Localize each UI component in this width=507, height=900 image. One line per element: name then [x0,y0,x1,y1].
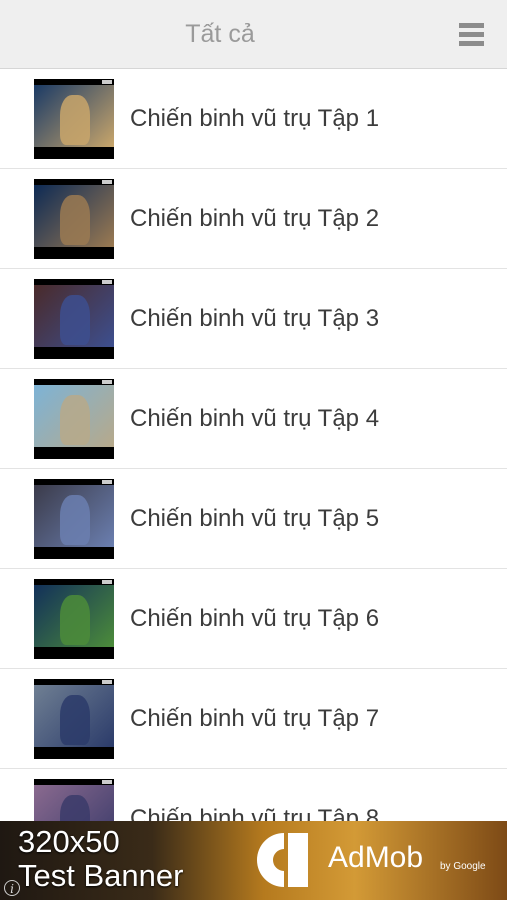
channel-logo [102,680,112,684]
channel-logo [102,80,112,84]
thumbnail-figure [60,795,90,821]
episode-title: Chiến binh vũ trụ Tập 8 [130,805,380,821]
thumbnail-figure [60,295,90,345]
channel-logo [102,580,112,584]
episode-thumbnail [34,179,114,259]
episode-row[interactable]: Chiến binh vũ trụ Tập 2 [0,169,507,269]
channel-logo [102,380,112,384]
channel-logo [102,480,112,484]
thumbnail-scene [34,485,114,547]
thumbnail-scene [34,185,114,247]
thumbnail-figure [60,495,90,545]
thumbnail-scene [34,585,114,647]
navigation-bar: Tất cả [0,0,507,69]
channel-logo [102,180,112,184]
episode-title: Chiến binh vũ trụ Tập 1 [130,105,380,132]
episode-thumbnail [34,679,114,759]
thumbnail-scene [34,685,114,747]
thumbnail-scene [34,85,114,147]
episode-row[interactable]: Chiến binh vũ trụ Tập 4 [0,369,507,469]
thumbnail-figure [60,395,90,445]
ad-text: 320x50 Test Banner [18,825,183,893]
episode-title: Chiến binh vũ trụ Tập 6 [130,605,380,632]
episode-thumbnail [34,279,114,359]
episode-row[interactable]: Chiến binh vũ trụ Tập 8 [0,769,507,821]
episode-row[interactable]: Chiến binh vũ trụ Tập 3 [0,269,507,369]
ad-size-label: 320x50 [18,824,120,859]
thumbnail-scene [34,785,114,821]
ad-test-label: Test Banner [18,858,184,893]
admob-brand: AdMob [328,841,424,874]
info-icon[interactable]: i [4,880,20,896]
episode-row[interactable]: Chiến binh vũ trụ Tập 7 [0,669,507,769]
episode-title: Chiến binh vũ trụ Tập 2 [130,205,380,232]
menu-icon-bar [459,23,484,28]
episode-thumbnail [34,779,114,821]
episode-thumbnail [34,379,114,459]
thumbnail-scene [34,385,114,447]
hamburger-menu-icon[interactable] [456,20,486,50]
menu-icon-bar [459,41,484,46]
episode-title: Chiến binh vũ trụ Tập 5 [130,505,380,532]
admob-logo-icon [256,833,308,887]
thumbnail-figure [60,195,90,245]
menu-icon-bar [459,32,484,37]
page-title: Tất cả [185,20,255,48]
episode-row[interactable]: Chiến binh vũ trụ Tập 1 [0,69,507,169]
thumbnail-figure [60,695,90,745]
ad-banner[interactable]: 320x50 Test Banner AdMob by Google i [0,821,507,900]
episode-thumbnail [34,79,114,159]
thumbnail-scene [34,285,114,347]
thumbnail-figure [60,595,90,645]
episode-title: Chiến binh vũ trụ Tập 7 [130,705,380,732]
episode-title: Chiến binh vũ trụ Tập 4 [130,405,380,432]
episode-list[interactable]: Chiến binh vũ trụ Tập 1 Chiến binh vũ trụ… [0,69,507,821]
episode-row[interactable]: Chiến binh vũ trụ Tập 5 [0,469,507,569]
admob-by-google: by Google [440,861,486,872]
episode-thumbnail [34,579,114,659]
episode-row[interactable]: Chiến binh vũ trụ Tập 6 [0,569,507,669]
channel-logo [102,780,112,784]
thumbnail-figure [60,95,90,145]
channel-logo [102,280,112,284]
episode-title: Chiến binh vũ trụ Tập 3 [130,305,380,332]
episode-thumbnail [34,479,114,559]
